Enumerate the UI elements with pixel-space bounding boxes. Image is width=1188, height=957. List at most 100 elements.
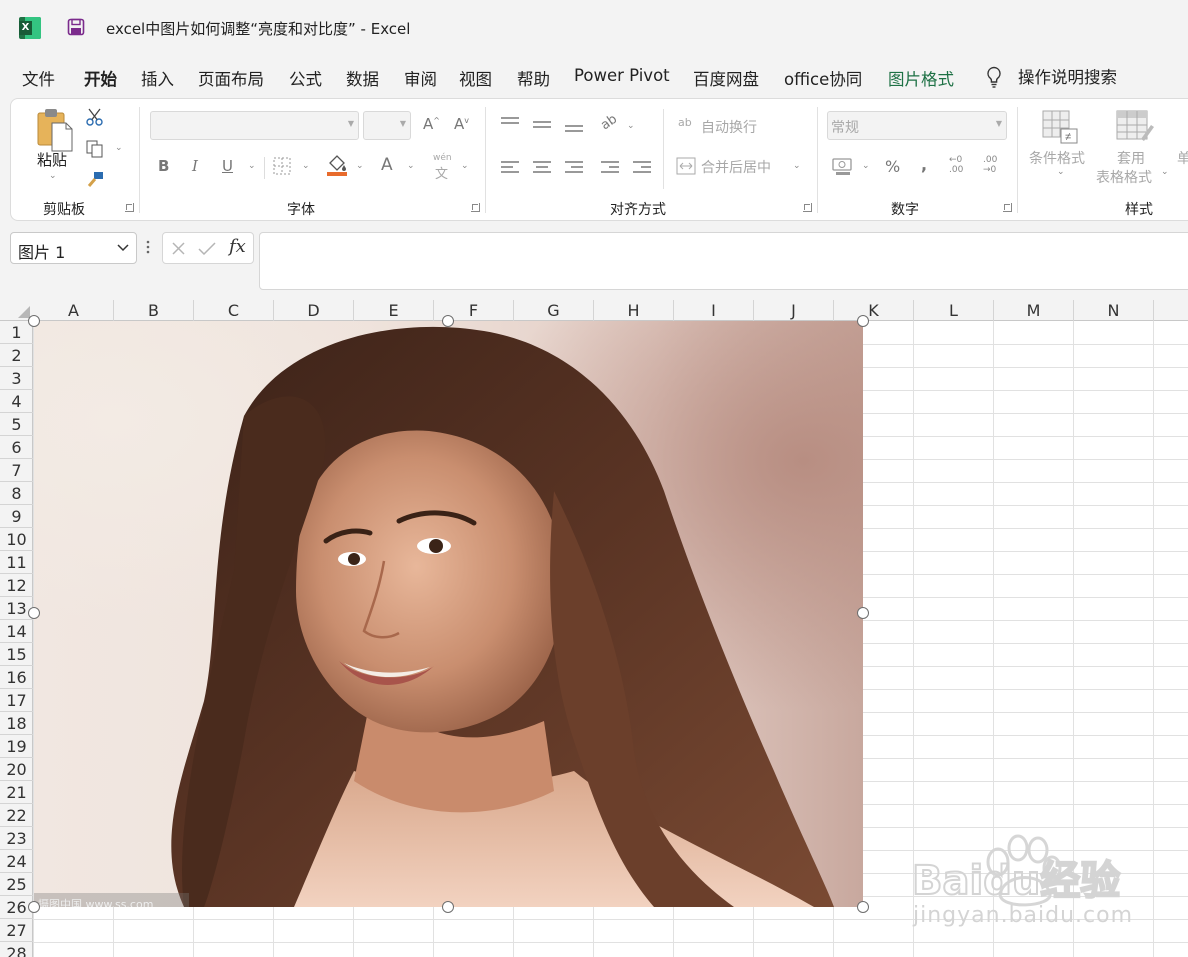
font-color-dropdown-icon[interactable]: ⌄ xyxy=(407,161,415,171)
tab-picture-format[interactable]: 图片格式 xyxy=(888,66,954,90)
copy-icon[interactable] xyxy=(85,139,105,159)
copy-dropdown-chevron-icon[interactable]: ⌄ xyxy=(115,143,123,153)
column-header[interactable]: J xyxy=(754,300,834,321)
shrink-font-icon[interactable]: Av xyxy=(454,115,469,133)
borders-icon[interactable] xyxy=(273,157,291,175)
insert-function-button[interactable]: fx xyxy=(229,236,246,257)
row-header[interactable]: 12 xyxy=(0,574,33,597)
column-header[interactable]: I xyxy=(674,300,754,321)
column-header[interactable]: E xyxy=(354,300,434,321)
paste-dropdown-chevron-icon[interactable]: ⌄ xyxy=(49,171,57,181)
phonetic-dropdown-icon[interactable]: ⌄ xyxy=(461,161,469,171)
merge-dropdown-icon[interactable]: ⌄ xyxy=(793,161,801,171)
merge-center-button[interactable]: 合并后居中 xyxy=(701,157,771,177)
row-header[interactable]: 6 xyxy=(0,436,33,459)
italic-button[interactable]: I xyxy=(192,157,198,175)
tab-formulas[interactable]: 公式 xyxy=(289,66,322,90)
column-header[interactable]: M xyxy=(994,300,1074,321)
row-header[interactable]: 4 xyxy=(0,390,33,413)
orientation-icon[interactable]: ab xyxy=(598,112,620,134)
row-header[interactable]: 27 xyxy=(0,919,33,942)
resize-handle-top[interactable] xyxy=(442,315,454,327)
borders-dropdown-icon[interactable]: ⌄ xyxy=(302,161,310,171)
font-size-combo[interactable]: ▼ xyxy=(363,111,411,140)
row-header[interactable]: 1 xyxy=(0,321,33,344)
conditional-format-icon[interactable]: ≠ xyxy=(1041,109,1079,145)
format-as-table-icon[interactable] xyxy=(1115,109,1155,145)
row-header[interactable]: 7 xyxy=(0,459,33,482)
column-header[interactable]: H xyxy=(594,300,674,321)
tab-review[interactable]: 审阅 xyxy=(404,66,437,90)
column-header[interactable]: A xyxy=(34,300,114,321)
fill-color-icon[interactable] xyxy=(326,153,348,177)
format-painter-icon[interactable] xyxy=(85,171,105,189)
name-box[interactable]: 图片 1 xyxy=(10,232,137,264)
bold-button[interactable]: B xyxy=(158,157,169,175)
merge-center-icon[interactable] xyxy=(676,157,696,175)
align-center-icon[interactable] xyxy=(533,161,551,173)
tab-file[interactable]: 文件 xyxy=(22,66,55,90)
number-format-combo[interactable]: 常规 ▼ xyxy=(827,111,1007,140)
resize-handle-bottom-right[interactable] xyxy=(857,901,869,913)
align-left-icon[interactable] xyxy=(501,161,519,173)
resize-handle-right[interactable] xyxy=(857,607,869,619)
row-header[interactable]: 14 xyxy=(0,620,33,643)
row-header[interactable]: 21 xyxy=(0,781,33,804)
cancel-icon[interactable] xyxy=(171,241,186,256)
wrap-text-button[interactable]: 自动换行 xyxy=(701,117,757,137)
tab-office-collab[interactable]: office协同 xyxy=(784,66,862,90)
resize-handle-left[interactable] xyxy=(28,607,40,619)
tab-power-pivot[interactable]: Power Pivot xyxy=(574,66,670,85)
underline-dropdown-icon[interactable]: ⌄ xyxy=(248,161,256,171)
decrease-indent-icon[interactable] xyxy=(601,161,619,173)
row-header[interactable]: 11 xyxy=(0,551,33,574)
formula-bar-grip-icon[interactable] xyxy=(146,240,150,254)
tab-help[interactable]: 帮助 xyxy=(517,66,550,90)
column-header[interactable]: C xyxy=(194,300,274,321)
alignment-launcher-icon[interactable] xyxy=(803,203,812,212)
phonetic-guide-button[interactable]: 文 xyxy=(435,163,448,182)
increase-decimal-button[interactable]: ←0 .00 xyxy=(949,155,971,175)
align-right-icon[interactable] xyxy=(565,161,583,173)
row-header[interactable]: 19 xyxy=(0,735,33,758)
align-middle-icon[interactable] xyxy=(533,121,551,133)
accounting-format-icon[interactable] xyxy=(831,155,855,177)
tell-me-search[interactable]: 操作说明搜索 xyxy=(1018,64,1117,88)
row-header[interactable]: 23 xyxy=(0,827,33,850)
row-header[interactable]: 25 xyxy=(0,873,33,896)
row-header[interactable]: 17 xyxy=(0,689,33,712)
paste-icon[interactable] xyxy=(36,107,74,153)
resize-handle-top-right[interactable] xyxy=(857,315,869,327)
row-header[interactable]: 28 xyxy=(0,942,33,957)
tab-view[interactable]: 视图 xyxy=(459,66,492,90)
font-color-button[interactable]: A xyxy=(381,155,393,175)
orientation-dropdown-icon[interactable]: ⌄ xyxy=(627,121,635,131)
fill-color-dropdown-icon[interactable]: ⌄ xyxy=(356,161,364,171)
row-header[interactable]: 10 xyxy=(0,528,33,551)
picture-1[interactable]: 摄图中国 www.ss.com xyxy=(34,321,863,907)
row-header[interactable]: 15 xyxy=(0,643,33,666)
row-header[interactable]: 5 xyxy=(0,413,33,436)
format-as-table-button[interactable]: 表格格式 xyxy=(1096,167,1152,187)
paste-button[interactable]: 粘贴 xyxy=(37,149,67,170)
column-header[interactable]: D xyxy=(274,300,354,321)
tab-insert[interactable]: 插入 xyxy=(141,66,174,90)
accounting-dropdown-icon[interactable]: ⌄ xyxy=(862,161,870,171)
column-header[interactable]: G xyxy=(514,300,594,321)
decrease-decimal-button[interactable]: .00 →0 xyxy=(983,155,1005,175)
font-launcher-icon[interactable] xyxy=(471,203,480,212)
align-bottom-icon[interactable] xyxy=(565,125,583,137)
tab-home[interactable]: 开始 xyxy=(84,66,117,90)
comma-button[interactable]: , xyxy=(921,155,927,174)
percent-button[interactable]: % xyxy=(885,157,900,176)
column-header[interactable]: L xyxy=(914,300,994,321)
enter-check-icon[interactable] xyxy=(198,241,216,256)
font-family-combo[interactable]: ▼ xyxy=(150,111,359,140)
row-header[interactable]: 18 xyxy=(0,712,33,735)
conditional-format-button[interactable]: 条件格式 xyxy=(1029,148,1085,168)
row-header[interactable]: 3 xyxy=(0,367,33,390)
cut-icon[interactable] xyxy=(85,107,105,127)
grow-font-icon[interactable]: A^ xyxy=(423,115,440,133)
increase-indent-icon[interactable] xyxy=(633,161,651,173)
format-as-table-dropdown-icon[interactable]: ⌄ xyxy=(1161,167,1169,177)
